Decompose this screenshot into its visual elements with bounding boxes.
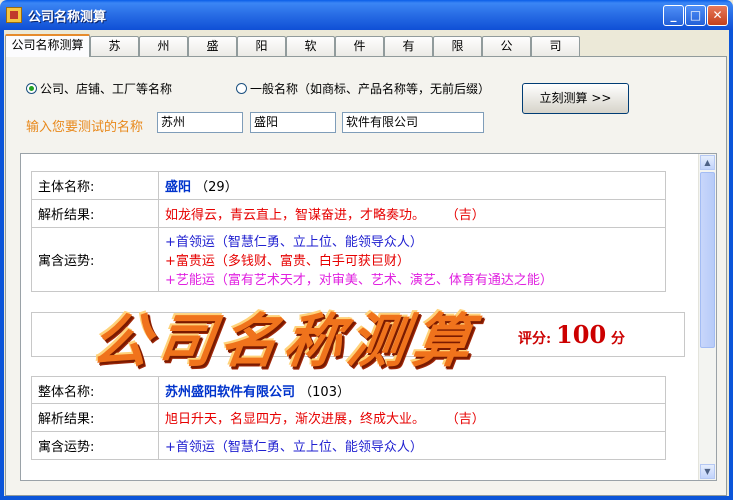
tab-char-10[interactable]: 司: [531, 36, 580, 56]
main-analysis-verdict: （吉）: [445, 208, 485, 223]
maximize-button[interactable]: □: [685, 5, 706, 26]
radio-company-label: 公司、店铺、工厂等名称: [40, 82, 173, 96]
main-analysis-cell: 如龙得云，青云直上，智谋奋进，才略奏功。 （吉）: [158, 199, 666, 228]
result-area[interactable]: 主体名称: 盛阳 （29） 解析结果: 如龙得云，青云直上，智谋奋进，才略奏功。…: [20, 153, 717, 481]
score-display: 评分: 100 分: [518, 320, 625, 349]
tab-char-7[interactable]: 有: [384, 36, 433, 56]
suffix-input[interactable]: 软件有限公司: [342, 112, 484, 133]
prefix-input[interactable]: 苏州: [157, 112, 243, 133]
main-fortune-cell: +首领运（智慧仁勇、立上位、能领导众人） +富贵运（多钱财、富贵、白手可获巨财）…: [158, 227, 666, 292]
radio-company-type[interactable]: 公司、店铺、工厂等名称: [26, 80, 172, 97]
overall-analysis-text: 旭日升天，名显四方，渐次进展，终成大业。: [165, 412, 426, 427]
table-row: 解析结果: 旭日升天，名显四方，渐次进展，终成大业。 （吉）: [31, 403, 666, 432]
fortune-line: +首领运（智慧仁勇、立上位、能领导众人）: [165, 235, 423, 250]
table-row: 主体名称: 盛阳 （29）: [31, 171, 666, 200]
fortune-line: +艺能运（富有艺术天才，对审美、艺术、演艺、体育有通达之能）: [165, 273, 553, 288]
close-button[interactable]: ✕: [707, 5, 728, 26]
score-label: 评分:: [518, 331, 552, 347]
overall-fortune-cell: +首领运（智慧仁勇、立上位、能领导众人）: [158, 431, 666, 460]
input-prompt: 输入您要测试的名称: [26, 120, 144, 135]
main-name-number: （29）: [195, 180, 238, 195]
table-row: 整体名称: 苏州盛阳软件有限公司 （103）: [31, 376, 666, 404]
window-title: 公司名称测算: [28, 10, 107, 25]
main-name-label: 主体名称:: [31, 171, 159, 200]
overall-name-cell: 苏州盛阳软件有限公司 （103）: [158, 376, 666, 404]
minimize-button[interactable]: _: [663, 5, 684, 26]
window-frame-bottom: [0, 496, 733, 500]
tab-company-name[interactable]: 公司名称测算: [5, 34, 90, 57]
app-icon: [6, 7, 22, 23]
tab-char-5[interactable]: 软: [286, 36, 335, 56]
overall-analysis-label: 解析结果:: [31, 403, 159, 432]
window-frame-right: [729, 30, 733, 500]
radio-general-label: 一般名称（如商标、产品名称等，无前后缀）: [250, 82, 491, 96]
overall-analysis-cell: 旭日升天，名显四方，渐次进展，终成大业。 （吉）: [158, 403, 666, 432]
overall-name-table: 整体名称: 苏州盛阳软件有限公司 （103） 解析结果: 旭日升天，名显四方，渐…: [31, 376, 666, 460]
overall-analysis-verdict: （吉）: [445, 412, 485, 427]
main-name-input[interactable]: 盛阳: [250, 112, 336, 133]
fortune-line: +富贵运（多钱财、富贵、白手可获巨财）: [165, 254, 410, 269]
calculate-button[interactable]: 立刻测算 >>: [522, 83, 629, 114]
tab-char-6[interactable]: 件: [335, 36, 384, 56]
tab-char-8[interactable]: 限: [433, 36, 482, 56]
table-row: 寓含运势: +首领运（智慧仁勇、立上位、能领导众人） +富贵运（多钱财、富贵、白…: [31, 227, 666, 292]
main-analysis-label: 解析结果:: [31, 199, 159, 228]
overall-name-number: （103）: [299, 384, 350, 400]
banner-logo-text: 公司名称测算: [87, 307, 482, 375]
radio-unchecked-icon: [236, 83, 247, 94]
window-frame-left: [0, 30, 4, 500]
tab-char-3[interactable]: 盛: [188, 36, 237, 56]
main-fortune-label: 寓含运势:: [31, 227, 159, 292]
scroll-thumb[interactable]: [700, 172, 715, 348]
scroll-down-icon[interactable]: ▼: [700, 464, 715, 479]
radio-checked-icon: [26, 83, 37, 94]
score-value: 100: [556, 320, 607, 349]
fortune-line: +首领运（智慧仁勇、立上位、能领导众人）: [165, 440, 423, 455]
title-bar[interactable]: 公司名称测算 _ □ ✕: [0, 0, 733, 30]
overall-name-label: 整体名称:: [31, 376, 159, 404]
overall-name-value: 苏州盛阳软件有限公司: [165, 384, 296, 400]
score-unit: 分: [611, 331, 626, 347]
overall-fortune-label: 寓含运势:: [31, 431, 159, 460]
table-row: 解析结果: 如龙得云，青云直上，智谋奋进，才略奏功。 （吉）: [31, 199, 666, 228]
main-name-value: 盛阳: [165, 180, 192, 195]
scroll-up-icon[interactable]: ▲: [700, 155, 715, 170]
main-analysis-text: 如龙得云，青云直上，智谋奋进，才略奏功。: [165, 208, 426, 223]
maximize-icon: □: [689, 8, 702, 22]
tab-char-9[interactable]: 公: [482, 36, 531, 56]
minimize-icon: _: [670, 8, 677, 22]
main-name-table: 主体名称: 盛阳 （29） 解析结果: 如龙得云，青云直上，智谋奋进，才略奏功。…: [31, 171, 666, 292]
vertical-scrollbar[interactable]: ▲ ▼: [698, 154, 716, 480]
radio-general-type[interactable]: 一般名称（如商标、产品名称等，无前后缀）: [236, 80, 490, 97]
tab-char-2[interactable]: 州: [139, 36, 188, 56]
table-row: 寓含运势: +首领运（智慧仁勇、立上位、能领导众人）: [31, 431, 666, 460]
tab-char-4[interactable]: 阳: [237, 36, 286, 56]
main-name-cell: 盛阳 （29）: [158, 171, 666, 200]
close-icon: ✕: [712, 8, 723, 22]
tab-char-1[interactable]: 苏: [90, 36, 139, 56]
